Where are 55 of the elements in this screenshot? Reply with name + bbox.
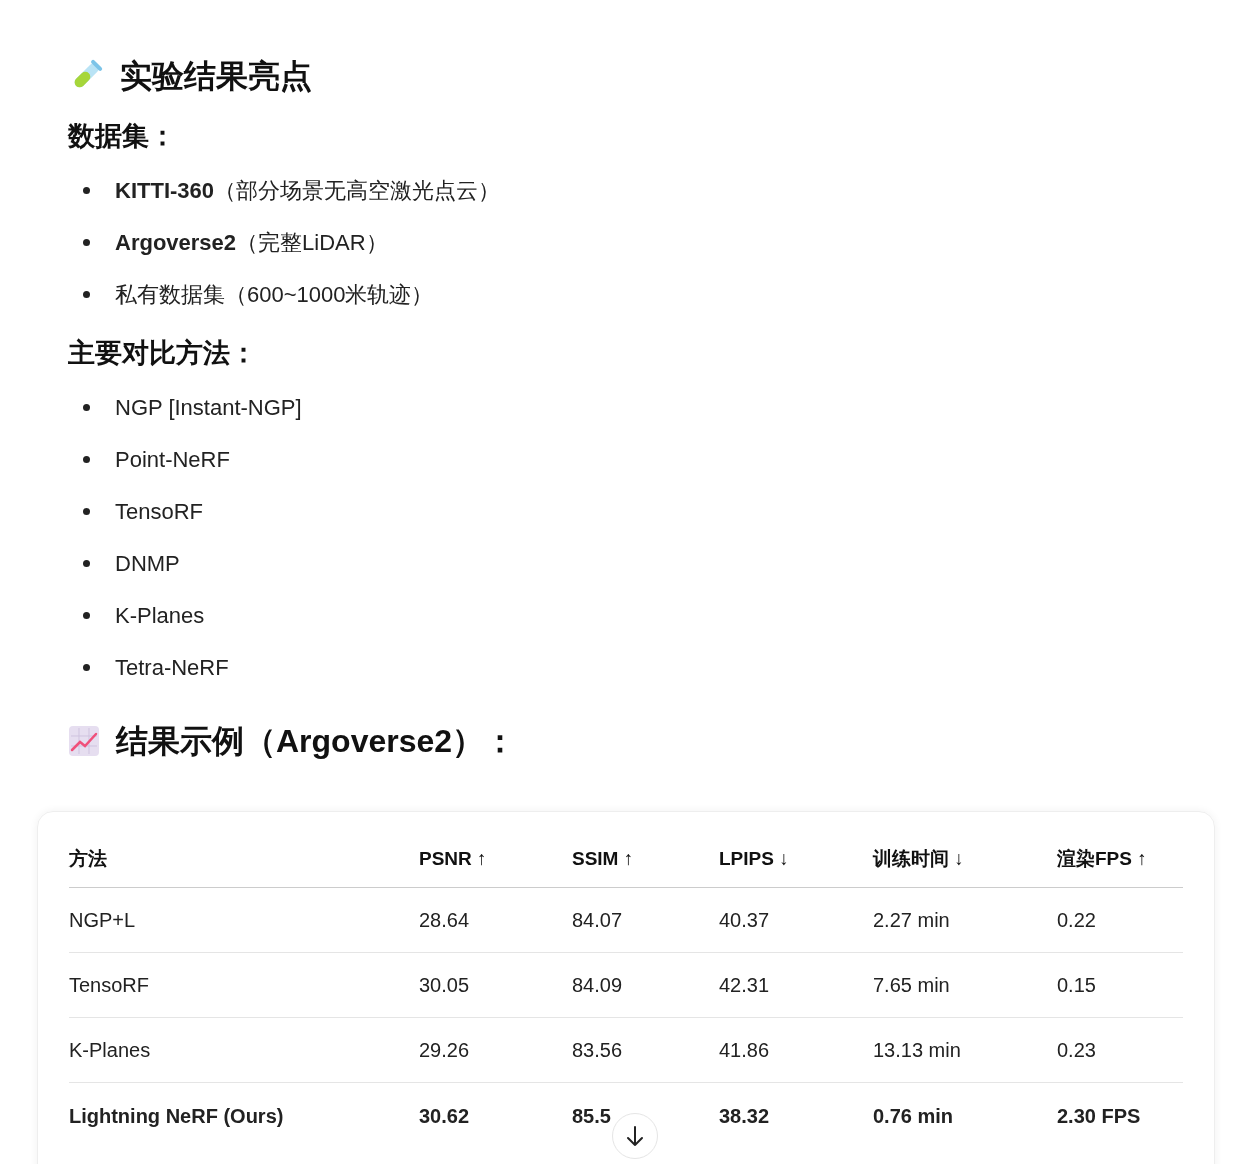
column-header: 渲染FPS ↑	[1057, 847, 1148, 872]
list-item-text: K-Planes	[115, 601, 205, 630]
table-cell-text: 40.37	[719, 908, 771, 933]
table-cell-text: 13.13 min	[873, 1038, 962, 1063]
down-arrow-icon	[625, 1125, 645, 1147]
column-header: PSNR ↑	[419, 847, 488, 872]
table-cell-text: 0.76 min	[873, 1103, 955, 1129]
chart-icon	[68, 725, 100, 757]
table-cell-text: 7.65 min	[873, 973, 951, 998]
scroll-down-button[interactable]	[612, 1113, 658, 1159]
table-cell-text: 85.5	[572, 1103, 612, 1129]
table-cell-text: 2.30 FPS	[1057, 1103, 1142, 1129]
bullet-icon	[83, 507, 90, 515]
bullet-icon	[83, 455, 90, 463]
table-cell-text: 41.86	[719, 1038, 771, 1063]
table-cell-text: 84.09	[572, 973, 624, 998]
column-header: 训练时间 ↓	[873, 847, 965, 872]
list-item-text: Argoverse2（完整LiDAR）	[115, 229, 388, 257]
bullet-icon	[83, 403, 90, 411]
column-header: SSIM ↑	[572, 847, 635, 872]
table-cell-text: 0.23	[1057, 1038, 1097, 1063]
table-cell-text: 42.31	[719, 973, 771, 998]
table-cell-text: 38.32	[719, 1103, 771, 1129]
table-cell-text: 30.62	[419, 1103, 471, 1129]
table-cell-text: 0.22	[1057, 908, 1097, 933]
column-header: 方法	[69, 847, 108, 872]
bullet-icon	[83, 611, 90, 619]
table-cell-text: 29.26	[419, 1038, 471, 1063]
list-item-text: TensoRF	[115, 497, 204, 526]
list-item-text: DNMP	[115, 549, 180, 578]
table-cell-text: 28.64	[419, 908, 471, 933]
list-item-text: Point-NeRF	[115, 445, 230, 474]
list-item-text: NGP [Instant-NGP]	[115, 393, 302, 422]
bullet-icon	[83, 663, 90, 671]
subsection-heading: 数据集：	[68, 120, 177, 153]
table-cell-text: 2.27 min	[873, 908, 951, 933]
list-item-text: 私有数据集（600~1000米轨迹）	[115, 281, 434, 309]
bullet-icon	[83, 239, 90, 246]
bullet-icon	[83, 559, 90, 567]
bullet-icon	[83, 291, 90, 298]
column-header: LPIPS ↓	[719, 847, 790, 872]
subsection-heading: 主要对比方法：	[68, 336, 258, 370]
list-item-text: Tetra-NeRF	[115, 653, 229, 682]
table-cell-text: 30.05	[419, 973, 471, 998]
table-cell-text: K-Planes	[69, 1038, 152, 1063]
table-cell-text: Lightning NeRF (Ours)	[69, 1103, 285, 1129]
table-cell-text: 83.56	[572, 1038, 624, 1063]
section-heading: 实验结果亮点	[120, 57, 312, 96]
bullet-icon	[83, 187, 90, 194]
list-item-text: KITTI-360（部分场景无高空激光点云）	[115, 177, 501, 205]
table-cell-text: NGP+L	[69, 908, 137, 933]
section-heading: 结果示例（Argoverse2）：	[116, 722, 517, 761]
table-cell-text: 84.07	[572, 908, 624, 933]
table-cell-text: 0.15	[1057, 973, 1097, 998]
table-cell-text: TensoRF	[69, 973, 151, 998]
